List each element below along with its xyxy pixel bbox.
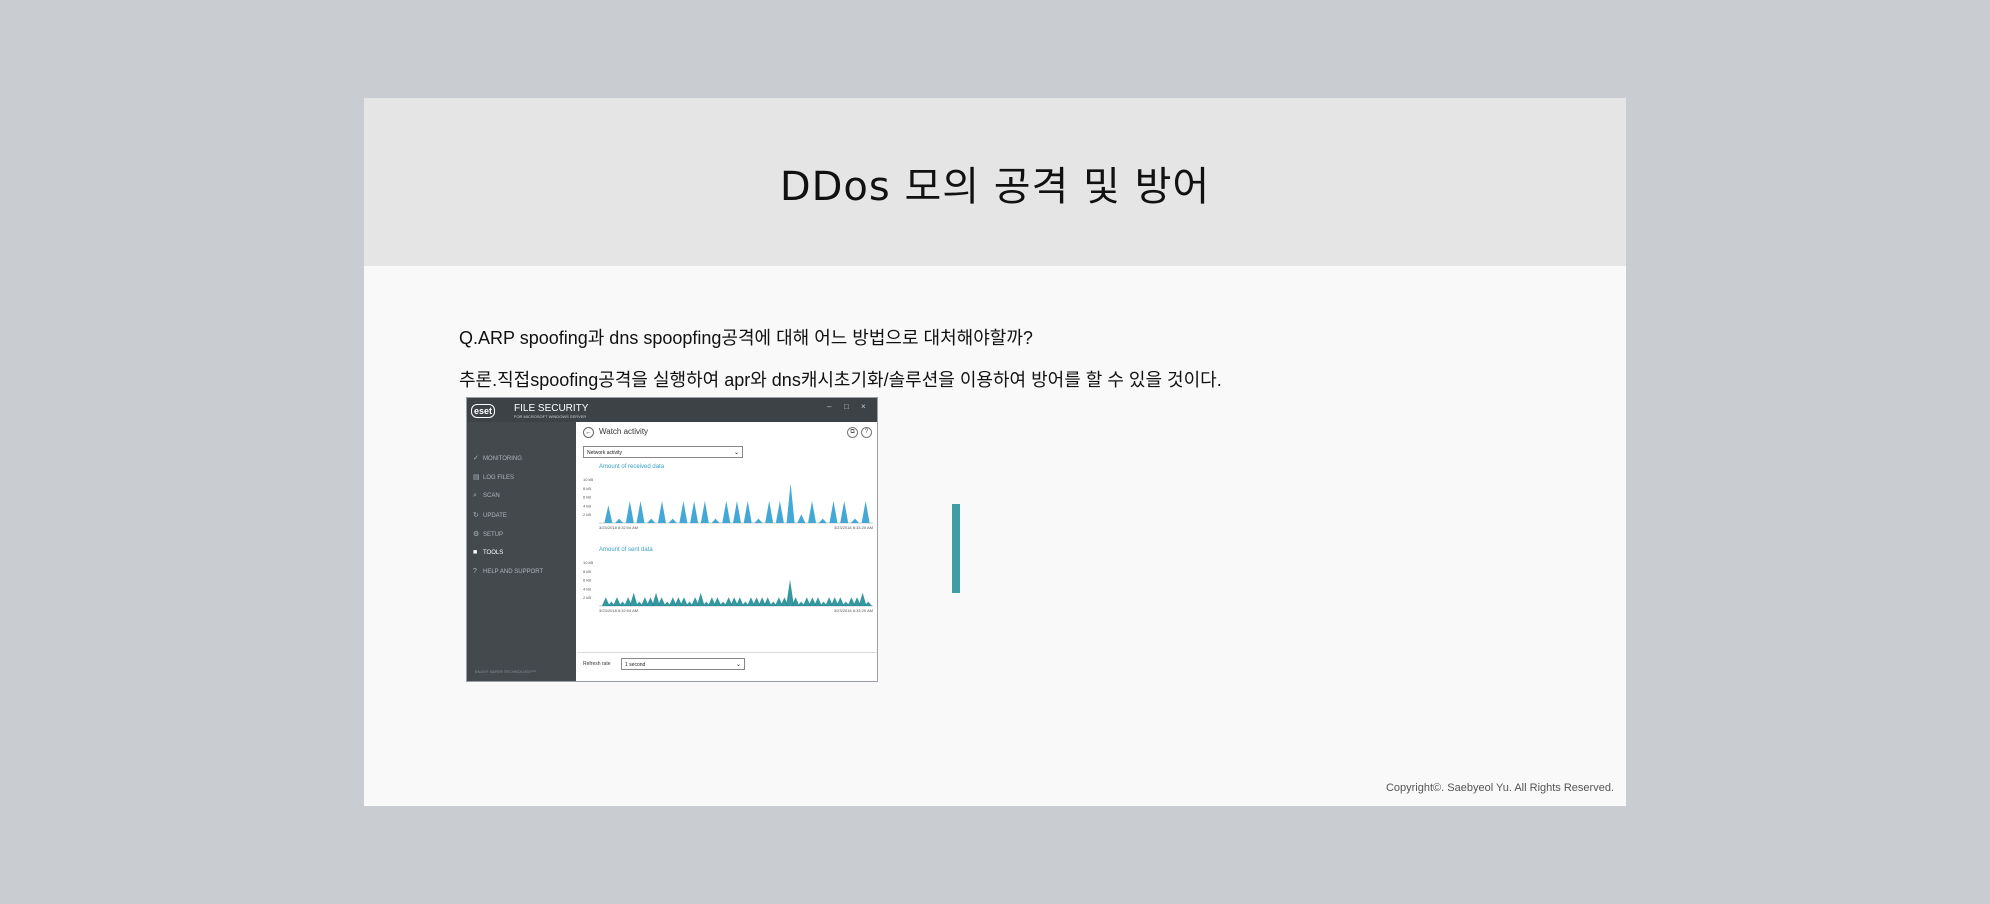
data-spike bbox=[836, 597, 845, 606]
x-tick-label: 3/23/2018 8:33:20 AM bbox=[834, 525, 873, 530]
data-spike bbox=[797, 514, 806, 523]
refresh-icon: ↻ bbox=[473, 512, 479, 519]
data-spike bbox=[735, 597, 744, 606]
page-title: Watch activity bbox=[599, 427, 649, 436]
data-spike bbox=[814, 597, 822, 606]
y-tick-label: 2 kB bbox=[583, 595, 591, 600]
y-tick-label: 4 kB bbox=[583, 503, 591, 508]
data-spike bbox=[713, 597, 722, 606]
question-text: Q.ARP spoofing과 dns spoopfing공격에 대해 어느 방… bbox=[459, 328, 1033, 348]
data-spike bbox=[808, 501, 817, 523]
search-icon: ⌕ bbox=[473, 492, 477, 499]
data-spike bbox=[615, 518, 624, 523]
copyright-text: Copyright©. Saebyeol Yu. All Rights Rese… bbox=[1385, 782, 1614, 794]
y-tick-label: 6 kB bbox=[583, 578, 591, 583]
sidebar-footer: ENJOY SAFER TECHNOLOGY™ bbox=[475, 669, 536, 674]
main-content: ← Watch activity ⧉ ? Network activity ⌄ … bbox=[577, 422, 877, 681]
app-titlebar: eset FILE SECURITY FOR MICROSOFT WINDOWS… bbox=[467, 398, 877, 422]
sidebar-item-scan[interactable]: ⌕ SCAN bbox=[473, 492, 500, 504]
y-tick-label: 4 kB bbox=[583, 586, 591, 591]
divider bbox=[577, 652, 877, 653]
y-tick-label: 2 kB bbox=[583, 512, 591, 517]
data-spike bbox=[711, 518, 720, 523]
refresh-rate-label: Refresh rate bbox=[583, 661, 611, 667]
answer-text: 추론.직접spoofing공격을 실행하여 apr와 dns캐시초기화/솔루션을… bbox=[459, 370, 1222, 390]
data-spike bbox=[625, 501, 634, 523]
help-icon[interactable]: ? bbox=[861, 427, 872, 438]
eset-logo: eset bbox=[471, 404, 496, 418]
x-tick-label: 3/23/2018 8:32:04 AM bbox=[599, 525, 638, 530]
activity-charts: Amount of received data 10 kB 8 kB 6 kB 4 kB… bbox=[583, 464, 873, 613]
data-spike bbox=[861, 501, 870, 523]
check-icon: ✓ bbox=[473, 455, 479, 462]
gear-icon: ⚙ bbox=[473, 531, 480, 538]
y-tick-label: 8 kB bbox=[583, 569, 591, 574]
help-icon: ? bbox=[473, 568, 477, 575]
back-icon[interactable]: ← bbox=[583, 427, 594, 438]
y-tick-label: 10 kB bbox=[583, 560, 594, 565]
refresh-rate-select[interactable]: 1 second ⌄ bbox=[621, 658, 745, 670]
data-spike bbox=[754, 518, 763, 523]
y-tick-label: 10 kB bbox=[583, 477, 594, 482]
y-tick-label: 6 kB bbox=[583, 495, 591, 500]
copy-icon[interactable]: ⧉ bbox=[847, 427, 858, 438]
data-spike bbox=[775, 501, 784, 523]
minimize-icon[interactable]: – bbox=[827, 402, 831, 411]
sidebar-item-log-files[interactable]: ▤ LOG FILES bbox=[473, 473, 514, 485]
slide-header: DDos 모의 공격 및 방어 bbox=[364, 98, 1626, 266]
data-spike bbox=[818, 518, 827, 523]
sidebar: ✓ MONITORING ▤ LOG FILES ⌕ SCAN ↻ UPDATE ⚙ SE… bbox=[467, 422, 576, 681]
data-spike bbox=[636, 501, 645, 523]
data-spike bbox=[680, 597, 688, 606]
data-spike bbox=[657, 501, 666, 523]
data-spike bbox=[613, 597, 621, 606]
close-icon[interactable]: × bbox=[861, 402, 866, 411]
sidebar-item-tools[interactable]: ■ TOOLS bbox=[473, 549, 503, 561]
slide: DDos 모의 공격 및 방어 Q.ARP spoofing과 dns spoo… bbox=[364, 98, 1626, 806]
data-spike bbox=[829, 501, 838, 523]
data-spike bbox=[647, 518, 656, 523]
data-spike bbox=[786, 483, 795, 523]
x-tick-label: 3/23/2018 8:32:04 AM bbox=[599, 608, 638, 613]
slide-title: DDos 모의 공격 및 방어 bbox=[779, 164, 1211, 210]
toolbox-icon: ■ bbox=[473, 549, 478, 556]
app-subtitle: FOR MICROSOFT WINDOWS SERVER bbox=[514, 414, 587, 419]
data-spike bbox=[604, 505, 613, 523]
app-name: FILE SECURITY bbox=[514, 403, 589, 414]
chevron-down-icon: ⌄ bbox=[733, 450, 739, 456]
data-spike bbox=[657, 597, 666, 606]
data-spike bbox=[601, 597, 610, 606]
chart-title: Amount of received data bbox=[599, 464, 665, 470]
data-spike bbox=[696, 592, 705, 606]
data-spike bbox=[763, 597, 772, 606]
data-spike bbox=[700, 501, 709, 523]
data-spike bbox=[850, 518, 859, 523]
maximize-icon[interactable]: □ bbox=[844, 402, 849, 411]
data-spike bbox=[840, 501, 849, 523]
eset-screenshot: eset FILE SECURITY FOR MICROSOFT WINDOWS… bbox=[466, 397, 878, 682]
x-tick-label: 3/23/2018 8:33:20 AM bbox=[834, 608, 873, 613]
sidebar-item-monitoring[interactable]: ✓ MONITORING bbox=[473, 454, 522, 466]
data-spike bbox=[743, 501, 752, 523]
data-spike bbox=[690, 501, 699, 523]
data-spike bbox=[629, 592, 638, 606]
data-spike bbox=[858, 592, 867, 606]
data-spike bbox=[722, 501, 731, 523]
sidebar-item-update[interactable]: ↻ UPDATE bbox=[473, 511, 507, 523]
chart-title: Amount of sent data bbox=[599, 547, 653, 553]
chevron-down-icon: ⌄ bbox=[735, 662, 741, 668]
accent-bar bbox=[952, 504, 960, 593]
data-spike bbox=[765, 501, 774, 523]
data-spike bbox=[786, 579, 794, 606]
y-tick-label: 8 kB bbox=[583, 486, 591, 491]
sidebar-item-help[interactable]: ? HELP AND SUPPORT bbox=[473, 568, 543, 580]
activity-select[interactable]: Network activity ⌄ bbox=[583, 446, 743, 458]
sidebar-item-setup[interactable]: ⚙ SETUP bbox=[473, 530, 503, 542]
data-spike bbox=[679, 501, 688, 523]
log-icon: ▤ bbox=[473, 474, 480, 481]
data-spike bbox=[668, 518, 677, 523]
data-spike bbox=[733, 501, 741, 523]
